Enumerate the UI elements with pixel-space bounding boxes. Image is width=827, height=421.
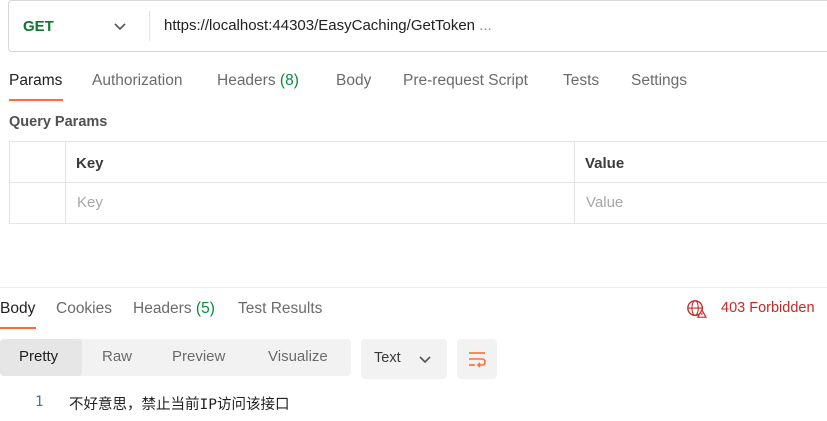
- format-raw[interactable]: Raw: [102, 348, 132, 365]
- tab-label: Params: [9, 72, 63, 89]
- tab-label: Cookies: [56, 300, 112, 317]
- tab-cookies[interactable]: Cookies: [56, 300, 112, 318]
- tab-headers[interactable]: Headers (8): [217, 72, 299, 90]
- line-number: 1: [35, 394, 44, 410]
- tab-label: Test Results: [238, 300, 323, 317]
- tab-label: Body: [0, 300, 36, 317]
- table-divider: [10, 182, 827, 183]
- headers-count: (8): [279, 72, 299, 89]
- tab-label: Pre-request Script: [403, 72, 528, 89]
- chevron-down-icon[interactable]: [113, 19, 127, 33]
- response-body-text: 不好意思，禁止当前IP访问该接口: [69, 397, 290, 413]
- value-input[interactable]: Value: [586, 194, 623, 211]
- url-ellipsis: ...: [475, 17, 492, 34]
- tab-label: Body: [336, 72, 372, 89]
- url-divider: [149, 11, 150, 41]
- query-params-title: Query Params: [9, 114, 108, 130]
- key-input[interactable]: Key: [77, 194, 103, 211]
- url-value: https://localhost:44303/EasyCaching/GetT…: [164, 17, 476, 34]
- tab-pre-request-script[interactable]: Pre-request Script: [403, 72, 528, 90]
- tab-label: Headers: [133, 300, 192, 317]
- params-table: Key Value Key Value: [9, 141, 827, 224]
- tab-settings[interactable]: Settings: [631, 72, 687, 90]
- active-tab-indicator: [0, 327, 36, 329]
- tab-label: Headers: [217, 72, 276, 89]
- url-bar: GET https://localhost:44303/EasyCaching/…: [8, 0, 827, 52]
- tab-response-body[interactable]: Body: [0, 300, 35, 318]
- url-input[interactable]: https://localhost:44303/EasyCaching/GetT…: [164, 17, 492, 34]
- tab-body[interactable]: Body: [336, 72, 371, 90]
- method-select[interactable]: GET: [23, 18, 54, 35]
- pane-divider[interactable]: [0, 287, 827, 288]
- globe-error-icon[interactable]: [685, 299, 707, 319]
- format-type-label: Text: [374, 350, 401, 366]
- headers-count: (5): [195, 300, 215, 317]
- column-header-value: Value: [585, 155, 625, 172]
- active-tab-indicator: [9, 99, 63, 101]
- tab-authorization[interactable]: Authorization: [92, 72, 182, 90]
- chevron-down-icon: [419, 356, 431, 364]
- wrap-lines-icon: [469, 352, 486, 368]
- format-preview[interactable]: Preview: [172, 348, 225, 365]
- tab-label: Settings: [631, 72, 688, 89]
- status-code[interactable]: 403 Forbidden: [721, 300, 815, 316]
- tab-tests[interactable]: Tests: [563, 72, 599, 90]
- tab-label: Authorization: [92, 72, 183, 89]
- tab-label: Tests: [563, 72, 600, 89]
- tab-response-headers[interactable]: Headers (5): [133, 300, 215, 318]
- column-header-key: Key: [76, 155, 104, 172]
- tab-test-results[interactable]: Test Results: [238, 300, 322, 318]
- tab-params[interactable]: Params: [9, 72, 62, 90]
- format-visualize[interactable]: Visualize: [268, 348, 328, 365]
- format-pretty[interactable]: Pretty: [19, 348, 58, 365]
